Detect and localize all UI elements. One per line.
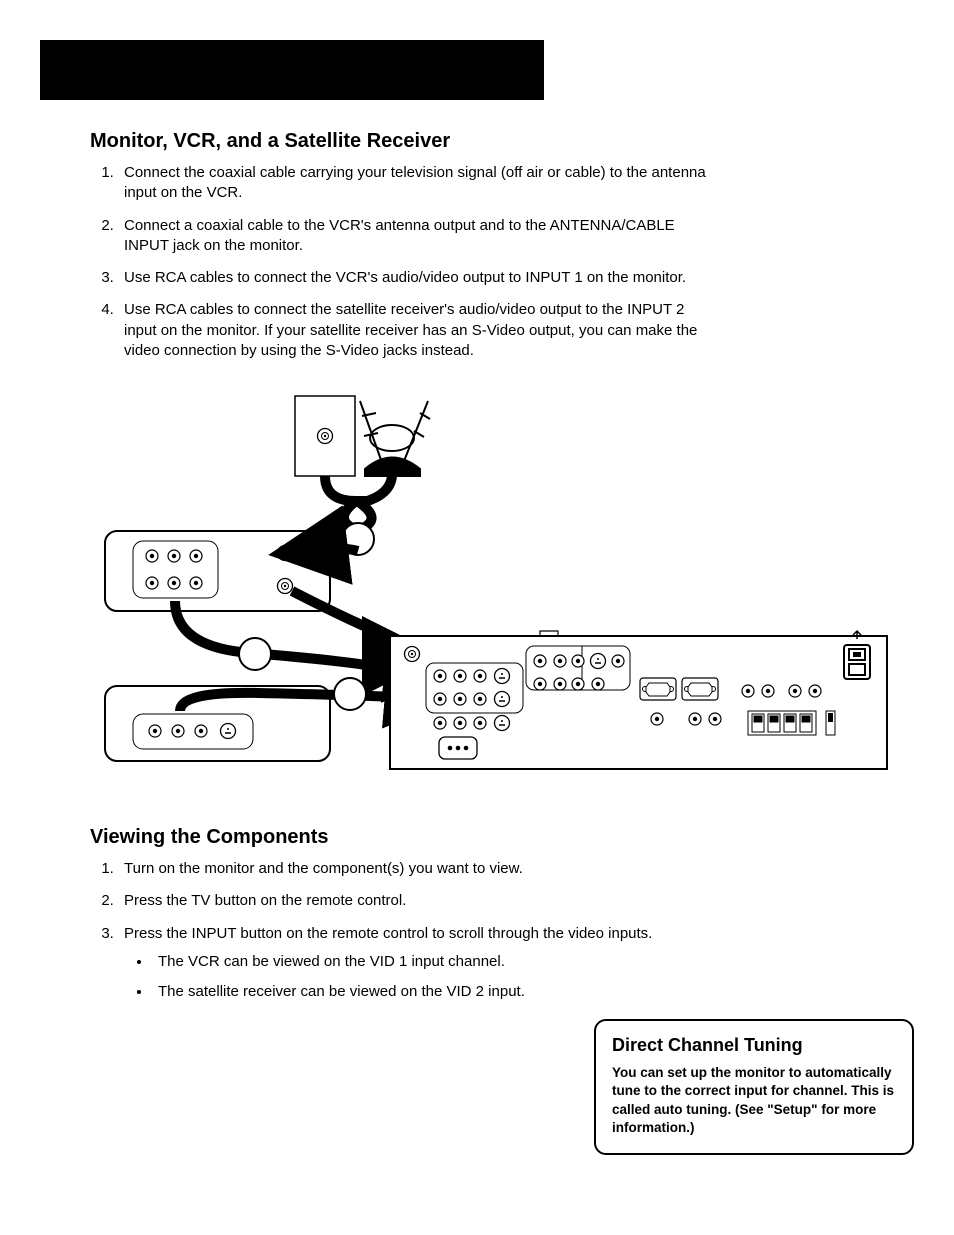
step-item: Use RCA cables to connect the VCR's audi… (118, 268, 708, 288)
step-text: Press the INPUT button on the remote con… (124, 925, 652, 942)
sub-item: The satellite receiver can be viewed on … (152, 982, 708, 1002)
step-item: Use RCA cables to connect the satellite … (118, 300, 708, 361)
step-item: Press the TV button on the remote contro… (118, 891, 708, 911)
callout-body: You can set up the monitor to automatica… (612, 1064, 896, 1137)
step-item: Connect the coaxial cable carrying your … (118, 163, 708, 204)
sub-bullets: The VCR can be viewed on the VID 1 input… (124, 952, 708, 1003)
callout-box: Direct Channel Tuning You can set up the… (594, 1019, 914, 1155)
content-column: Monitor, VCR, and a Satellite Receiver C… (40, 130, 914, 1002)
section-1-steps: Connect the coaxial cable carrying your … (90, 163, 708, 361)
header-band (40, 40, 544, 100)
wiring-diagram (100, 391, 890, 786)
section-1-title: Monitor, VCR, and a Satellite Receiver (90, 130, 899, 153)
section-2-steps: Turn on the monitor and the component(s)… (90, 859, 708, 1002)
step-item: Press the INPUT button on the remote con… (118, 924, 708, 1003)
callout-title: Direct Channel Tuning (612, 1035, 896, 1056)
step-item: Connect a coaxial cable to the VCR's ant… (118, 216, 708, 257)
document-page: Monitor, VCR, and a Satellite Receiver C… (0, 0, 954, 1235)
section-2-title: Viewing the Components (90, 826, 899, 849)
sub-item: The VCR can be viewed on the VID 1 input… (152, 952, 708, 972)
step-item: Turn on the monitor and the component(s)… (118, 859, 708, 879)
